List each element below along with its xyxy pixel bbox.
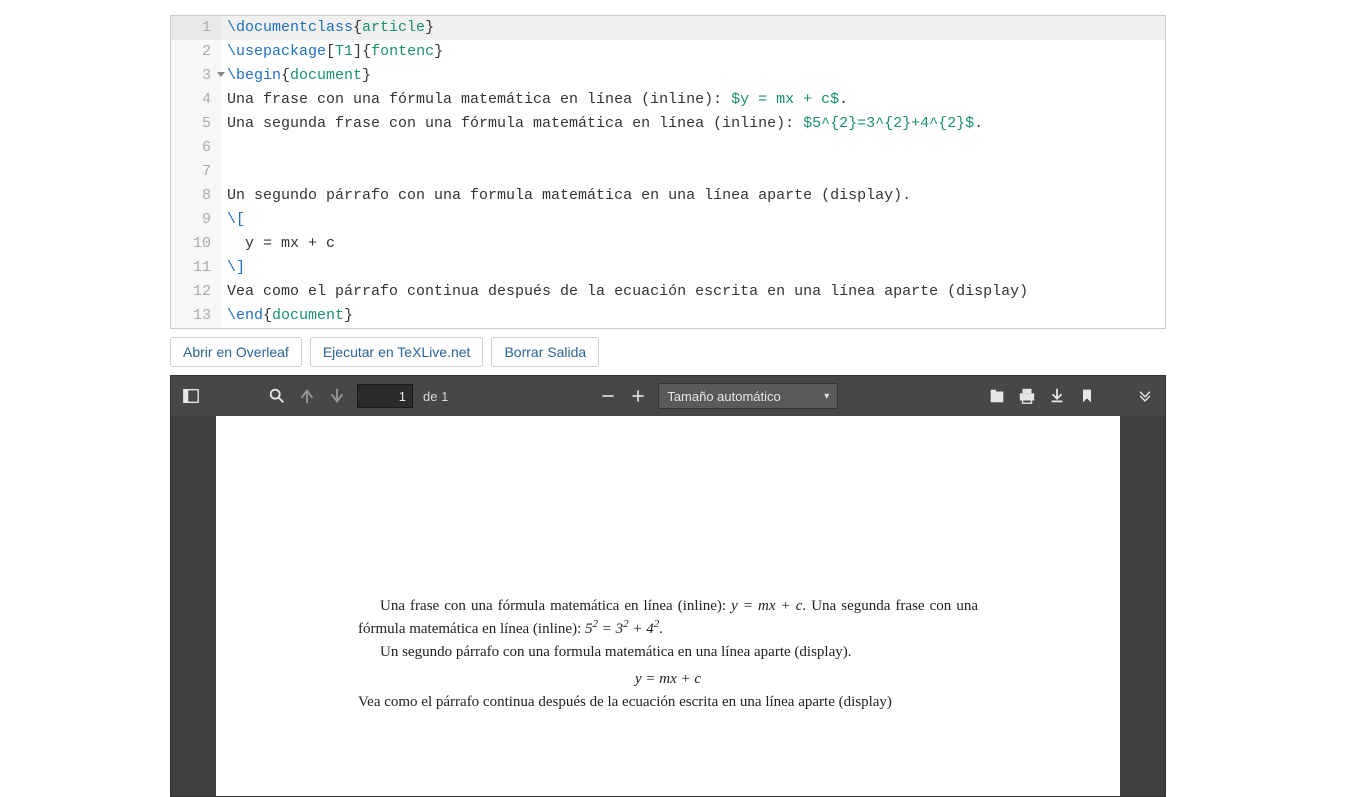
code-content[interactable]: [221, 160, 1165, 184]
pdf-document-text: Una frase con una fórmula matemática en …: [358, 596, 978, 713]
zoom-select-label: Tamaño automático: [667, 389, 780, 404]
open-file-icon[interactable]: [987, 386, 1007, 406]
action-buttons: Abrir en Overleaf Ejecutar en TeXLive.ne…: [170, 337, 1166, 367]
chevron-down-icon: ▾: [824, 391, 829, 402]
code-content[interactable]: [221, 136, 1165, 160]
open-overleaf-button[interactable]: Abrir en Overleaf: [170, 337, 302, 367]
code-content[interactable]: Una frase con una fórmula matemática en …: [221, 88, 1165, 112]
code-content[interactable]: \end{document}: [221, 304, 1165, 328]
editor-line[interactable]: 8Un segundo párrafo con una formula mate…: [171, 184, 1165, 208]
pdf-left-margin: [171, 416, 216, 796]
editor-line[interactable]: 2\usepackage[T1]{fontenc}: [171, 40, 1165, 64]
sidebar-toggle-icon[interactable]: [181, 386, 201, 406]
pdf-right-margin: [1120, 416, 1165, 796]
editor-line[interactable]: 1\documentclass{article}: [171, 16, 1165, 40]
line-number: 2: [171, 40, 221, 64]
next-page-icon[interactable]: [327, 386, 347, 406]
fold-marker-icon[interactable]: [217, 72, 225, 77]
line-number: 8: [171, 184, 221, 208]
search-icon[interactable]: [267, 386, 287, 406]
run-texlive-button[interactable]: Ejecutar en TeXLive.net: [310, 337, 484, 367]
zoom-in-icon[interactable]: [628, 386, 648, 406]
code-content[interactable]: Un segundo párrafo con una formula matem…: [221, 184, 1165, 208]
more-tools-icon[interactable]: [1135, 386, 1155, 406]
code-content[interactable]: \usepackage[T1]{fontenc}: [221, 40, 1165, 64]
line-number: 12: [171, 280, 221, 304]
editor-line[interactable]: 13\end{document}: [171, 304, 1165, 328]
pdf-viewer: de 1 Tamaño automático ▾: [170, 375, 1166, 797]
print-icon[interactable]: [1017, 386, 1037, 406]
line-number: 11: [171, 256, 221, 280]
editor-line[interactable]: 9\[: [171, 208, 1165, 232]
editor-line[interactable]: 3\begin{document}: [171, 64, 1165, 88]
code-content[interactable]: \documentclass{article}: [221, 16, 1165, 40]
code-content[interactable]: Una segunda frase con una fórmula matemá…: [221, 112, 1165, 136]
inline-math: y = mx + c: [731, 598, 802, 614]
clear-output-button[interactable]: Borrar Salida: [491, 337, 599, 367]
line-number: 5: [171, 112, 221, 136]
line-number: 1: [171, 16, 221, 40]
editor-line[interactable]: 4Una frase con una fórmula matemática en…: [171, 88, 1165, 112]
zoom-out-icon[interactable]: [598, 386, 618, 406]
page-number-input[interactable]: [357, 384, 413, 408]
code-content[interactable]: y = mx + c: [221, 232, 1165, 256]
bookmark-icon[interactable]: [1077, 386, 1097, 406]
code-content[interactable]: \]: [221, 256, 1165, 280]
line-number: 6: [171, 136, 221, 160]
editor-line[interactable]: 5Una segunda frase con una fórmula matem…: [171, 112, 1165, 136]
editor-line[interactable]: 6: [171, 136, 1165, 160]
editor-line[interactable]: 10 y = mx + c: [171, 232, 1165, 256]
code-content[interactable]: Vea como el párrafo continua después de …: [221, 280, 1165, 304]
editor-line[interactable]: 7: [171, 160, 1165, 184]
code-editor[interactable]: 1\documentclass{article}2\usepackage[T1]…: [170, 15, 1166, 329]
pdf-page[interactable]: Una frase con una fórmula matemática en …: [216, 416, 1120, 796]
zoom-select[interactable]: Tamaño automático ▾: [658, 383, 838, 409]
display-math: y = mx + c: [358, 669, 978, 690]
code-content[interactable]: \[: [221, 208, 1165, 232]
editor-line[interactable]: 11\]: [171, 256, 1165, 280]
inline-math: 52 = 32 + 42: [585, 621, 659, 637]
line-number: 7: [171, 160, 221, 184]
code-content[interactable]: \begin{document}: [221, 64, 1165, 88]
editor-line[interactable]: 12Vea como el párrafo continua después d…: [171, 280, 1165, 304]
download-icon[interactable]: [1047, 386, 1067, 406]
line-number: 9: [171, 208, 221, 232]
line-number: 4: [171, 88, 221, 112]
page-total-label: de 1: [423, 389, 448, 404]
line-number: 3: [171, 64, 221, 88]
prev-page-icon[interactable]: [297, 386, 317, 406]
line-number: 10: [171, 232, 221, 256]
pdf-toolbar: de 1 Tamaño automático ▾: [171, 376, 1165, 416]
line-number: 13: [171, 304, 221, 328]
